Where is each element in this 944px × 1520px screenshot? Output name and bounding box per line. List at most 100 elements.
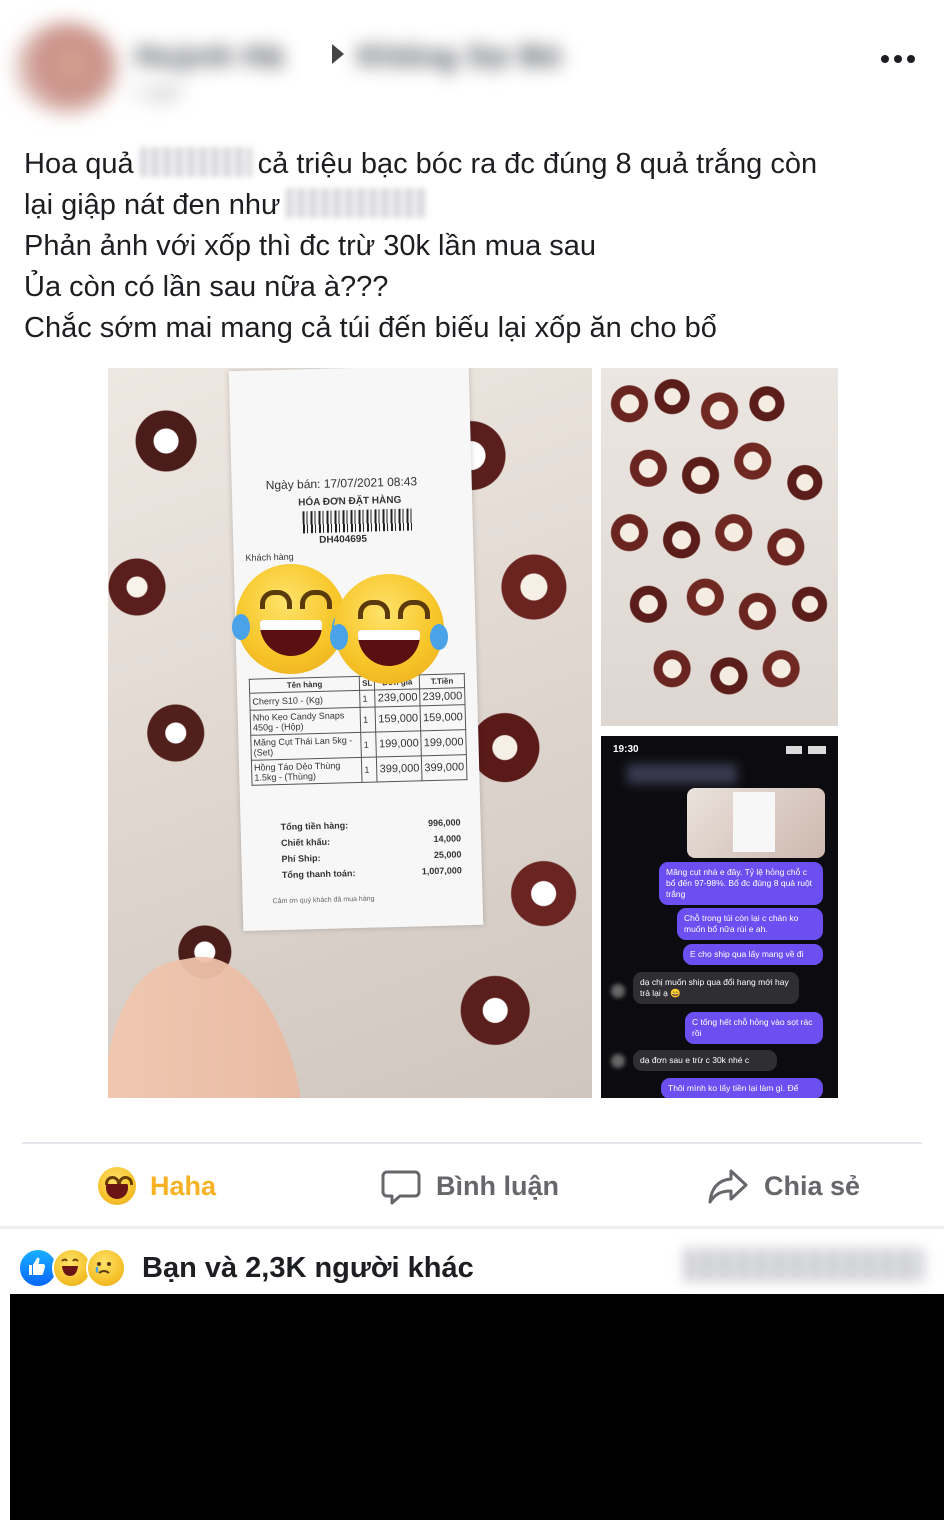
- sad-icon: [86, 1248, 126, 1288]
- total-label: Chiết khấu:: [280, 836, 331, 849]
- total-value: 1,007,000: [421, 865, 462, 877]
- redacted-text: [139, 147, 252, 177]
- status-bar-icon: [786, 746, 826, 754]
- group-name[interactable]: Không Sợ Bỏ: [358, 40, 562, 74]
- laughing-emoji-icon: [330, 574, 448, 684]
- share-arrow-icon: [708, 1169, 748, 1204]
- share-button[interactable]: Chia sẻ: [706, 1150, 860, 1222]
- chat-contact-redacted: [627, 764, 737, 784]
- receipt-totals: Tổng tiền hàng: 996,000 Chiết khấu: 14,000…: [281, 817, 463, 886]
- comment-icon: [381, 1170, 421, 1205]
- haha-reaction-button[interactable]: Haha: [98, 1150, 216, 1222]
- item-price: 399,000: [376, 755, 423, 782]
- post-action-bar: Haha Bình luận Chia sẻ: [0, 1150, 944, 1222]
- laughing-emoji-icon: [232, 564, 350, 674]
- chat-message-in: dạ đơn sau e trừ c 30k nhé c: [633, 1050, 777, 1071]
- comment-label: Bình luận: [436, 1170, 559, 1201]
- tear-shape: [430, 624, 448, 650]
- mangosteen-photo[interactable]: [601, 368, 838, 726]
- post-line: Ủa còn có lần sau nữa à???: [24, 271, 389, 303]
- chat-message-out: Chỗ trong túi còn lại c chán ko muốn bổ …: [677, 908, 823, 940]
- total-row: Phí Ship: 25,000: [281, 849, 461, 864]
- chat-message-in: dạ chị muốn ship qua đổi hang mới hay tr…: [633, 972, 799, 1004]
- total-row: Tổng tiền hàng: 996,000: [281, 817, 461, 832]
- receipt-title: HÓA ĐƠN ĐẶT HÀNG: [298, 494, 402, 509]
- chat-screenshot[interactable]: 19:30 Măng cụt nhà e đây. Tỷ lệ hỏng chỗ…: [601, 736, 838, 1098]
- receipt-code: DH404695: [319, 533, 368, 546]
- receipt-thanks: Cảm ơn quý khách đã mua hàng: [272, 895, 375, 906]
- chat-photo-attachment: [687, 788, 825, 858]
- tear-shape: [330, 624, 348, 650]
- mouth-shape: [260, 620, 322, 656]
- haha-icon: [98, 1167, 136, 1205]
- reactions-summary[interactable]: Bạn và 2,3K người khác: [18, 1244, 474, 1292]
- eye-shape: [358, 600, 390, 619]
- post-text-segment: Hoa quả: [24, 148, 134, 180]
- item-total: 199,000: [420, 729, 467, 756]
- eye-shape: [398, 600, 430, 619]
- total-row: Chiết khấu: 14,000: [281, 833, 461, 848]
- item-total: 239,000: [419, 687, 466, 706]
- post-line: Hoa quả cả triệu bạc bóc ra đc đúng 8 quả…: [24, 144, 929, 185]
- item-total: 159,000: [420, 704, 466, 731]
- receipt-customer-label: Khách hàng: [245, 551, 294, 563]
- black-overlay: [10, 1294, 944, 1520]
- item-total: 399,000: [421, 754, 467, 781]
- author-avatar[interactable]: [14, 22, 118, 114]
- total-label: Phí Ship:: [281, 853, 321, 865]
- chat-message-out: Măng cụt nhà e đây. Tỷ lệ hỏng chỗ c bổ …: [659, 862, 823, 905]
- share-label: Chia sẻ: [764, 1170, 861, 1201]
- item-price: 199,000: [376, 730, 422, 757]
- post-line: lại giập nát đen như: [24, 185, 929, 226]
- chat-avatar: [611, 984, 625, 998]
- author-name[interactable]: Huỳnh Hà: [136, 40, 284, 74]
- dot-icon: [894, 55, 902, 63]
- post-body: Hoa quả cả triệu bạc bóc ra đc đúng 8 quả…: [24, 144, 929, 349]
- divider: [22, 1142, 922, 1144]
- comment-button[interactable]: Bình luận: [380, 1150, 559, 1222]
- post-timestamp[interactable]: 2 giờ: [136, 82, 181, 105]
- more-options-button[interactable]: [876, 46, 920, 72]
- total-row: Tổng thanh toán: 1,007,000: [282, 865, 462, 880]
- item-qty: 1: [361, 756, 378, 783]
- post-text-segment: lại giập nát đen như: [24, 189, 281, 221]
- chat-message-out: Thôi mình ko lấy tiền lại làm gì. Để: [661, 1078, 823, 1098]
- item-price: 239,000: [375, 688, 421, 708]
- item-name: Măng Cụt Thái Lan 5kg - (Set): [250, 732, 362, 761]
- receipt-date: Ngày bán: 17/07/2021 08:43: [265, 474, 418, 493]
- chat-message-out: C tống hết chỗ hỏng vào sọt rác rồi: [685, 1012, 823, 1044]
- item-qty: 1: [360, 732, 377, 758]
- total-label: Tổng thanh toán:: [281, 868, 356, 881]
- tear-shape: [232, 614, 250, 640]
- post-line: Phản ảnh với xốp thì đc trừ 30k lần mua …: [24, 230, 597, 262]
- chat-avatar: [611, 1054, 625, 1068]
- dot-icon: [881, 55, 889, 63]
- dot-icon: [907, 55, 915, 63]
- divider: [0, 1226, 944, 1229]
- item-price: 159,000: [375, 705, 421, 733]
- total-value: 996,000: [427, 817, 461, 829]
- reactions-count: Bạn và 2,3K người khác: [142, 1251, 474, 1284]
- total-label: Tổng tiền hàng:: [280, 820, 349, 833]
- caret-right-icon: [332, 44, 344, 64]
- chat-message-out: E cho ship qua lấy mang về đi: [683, 944, 823, 965]
- barcode-icon: [302, 508, 413, 534]
- item-qty: 1: [360, 707, 377, 733]
- receipt-photo[interactable]: Ngày bán: 17/07/2021 08:43 HÓA ĐƠN ĐẶT H…: [108, 368, 592, 1098]
- total-value: 14,000: [433, 833, 462, 845]
- eye-shape: [260, 590, 292, 609]
- post-header: Huỳnh Hà Không Sợ Bỏ 2 giờ: [0, 0, 944, 118]
- haha-label: Haha: [150, 1170, 217, 1201]
- receipt-header: T.Tiền: [419, 673, 465, 689]
- post-line: Chắc sớm mai mang cả túi đến biếu lại xố…: [24, 312, 717, 344]
- post-text-segment: cả triệu bạc bóc ra đc đúng 8 quả trắng …: [257, 148, 818, 180]
- item-name: Nho Kẹo Candy Snaps 450g - (Hộp): [250, 707, 361, 736]
- eye-shape: [300, 590, 332, 609]
- chat-clock: 19:30: [613, 744, 639, 755]
- item-qty: 1: [359, 690, 376, 708]
- redacted-text: [286, 188, 427, 218]
- mouth-shape: [358, 630, 420, 666]
- total-value: 25,000: [433, 849, 462, 861]
- redacted-commenter: [684, 1248, 924, 1282]
- item-name: Hồng Táo Dẻo Thùng 1.5kg - (Thùng): [251, 757, 363, 786]
